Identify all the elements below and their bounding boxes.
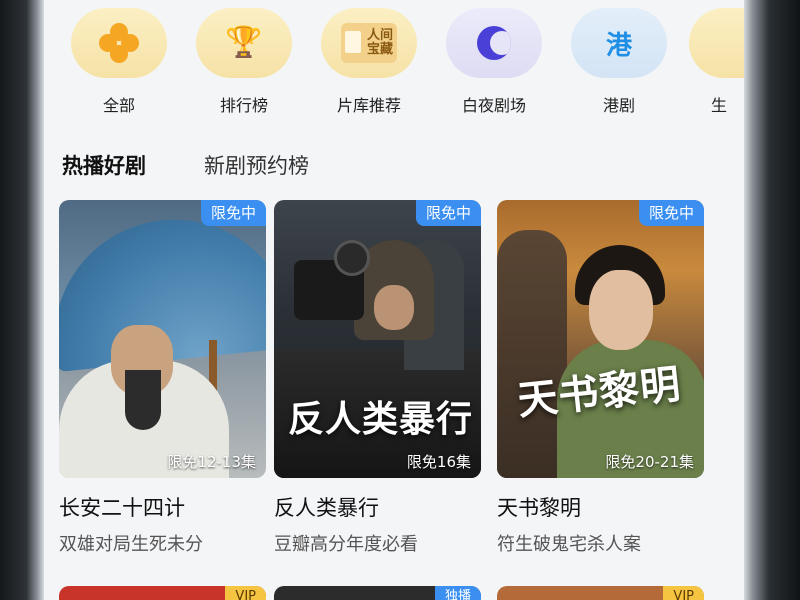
category-label: 片库推荐: [336, 96, 401, 115]
category-circle: 港: [571, 8, 667, 78]
category-circle: [446, 8, 542, 78]
tab-hot-dramas[interactable]: 热播好剧: [62, 150, 146, 180]
poster-title: 反人类暴行: [288, 398, 474, 440]
drama-card-peek[interactable]: VIP: [497, 586, 704, 600]
drama-poster[interactable]: 天书黎明 限免中 限免20-21集: [497, 200, 704, 478]
category-label: 全部: [102, 96, 135, 115]
category-label: 排行榜: [219, 96, 268, 115]
category-circle: [71, 8, 167, 78]
crescent-moon-icon: [477, 26, 511, 60]
category-library[interactable]: 人间 宝藏 片库推荐: [314, 8, 424, 116]
drama-poster[interactable]: 限免中 限免12-13集: [59, 200, 266, 478]
drama-title[interactable]: 天书黎明: [497, 492, 704, 522]
hk-icon: 港: [605, 30, 632, 61]
drama-card[interactable]: 反人类暴行 限免中 限免16集 反人类暴行 豆瓣高分年度必看: [274, 200, 481, 556]
episode-label: 限免12-13集: [167, 453, 256, 471]
phone-bezel-left: [0, 0, 44, 600]
category-ranking[interactable]: 🏆 排行榜: [189, 8, 299, 116]
category-baiye-theater[interactable]: 白夜剧场: [439, 8, 549, 116]
category-circle: [689, 8, 744, 78]
category-label: 港剧: [602, 96, 635, 115]
category-hk-drama[interactable]: 港 港剧: [564, 8, 674, 116]
library-icon-text: 宝藏: [366, 42, 393, 57]
drama-title[interactable]: 反人类暴行: [274, 492, 481, 522]
drama-subtitle: 双雄对局生死未分: [59, 534, 203, 555]
film-library-icon: 人间 宝藏: [341, 23, 397, 63]
drama-card[interactable]: 限免中 限免12-13集 长安二十四计 双雄对局生死未分: [59, 200, 266, 556]
drama-card-peek[interactable]: VIP: [59, 586, 266, 600]
tab-new-drama-reservations[interactable]: 新剧预约榜: [204, 150, 309, 180]
drama-title[interactable]: 长安二十四计: [59, 492, 266, 522]
drama-card[interactable]: 天书黎明 限免中 限免20-21集 天书黎明 符生破鬼宅杀人案: [497, 200, 704, 556]
drama-subtitle: 符生破鬼宅杀人案: [497, 534, 641, 555]
free-badge: 限免中: [638, 200, 704, 226]
category-all[interactable]: 全部: [64, 8, 174, 116]
drama-poster[interactable]: 反人类暴行 限免中 限免16集: [274, 200, 481, 478]
vip-badge: VIP: [225, 586, 266, 600]
free-badge: 限免中: [200, 200, 266, 226]
library-icon-text: 人间: [366, 28, 393, 43]
category-circle: 人间 宝藏: [321, 8, 417, 78]
drama-subtitle: 豆瓣高分年度必看: [274, 534, 418, 555]
exclusive-badge: 独播: [434, 586, 481, 600]
phone-bezel-right: [744, 0, 800, 600]
trophy-icon: 🏆: [225, 25, 263, 60]
drama-card-peek[interactable]: 独播: [274, 586, 481, 600]
app-screen: 全部 🏆 排行榜 人间 宝藏 片库推荐 白夜剧场 港 港剧 生 热播好剧 新剧预…: [44, 0, 744, 600]
category-row: 全部 🏆 排行榜 人间 宝藏 片库推荐 白夜剧场 港 港剧 生: [64, 8, 744, 118]
category-partial[interactable]: 生: [689, 8, 744, 116]
free-badge: 限免中: [415, 200, 481, 226]
episode-label: 限免16集: [406, 453, 471, 471]
category-circle: 🏆: [196, 8, 292, 78]
episode-label: 限免20-21集: [605, 453, 694, 471]
category-label: 生: [710, 96, 727, 115]
vip-badge: VIP: [663, 586, 704, 600]
category-label: 白夜剧场: [461, 96, 526, 115]
four-petal-flower-icon: [99, 23, 139, 63]
